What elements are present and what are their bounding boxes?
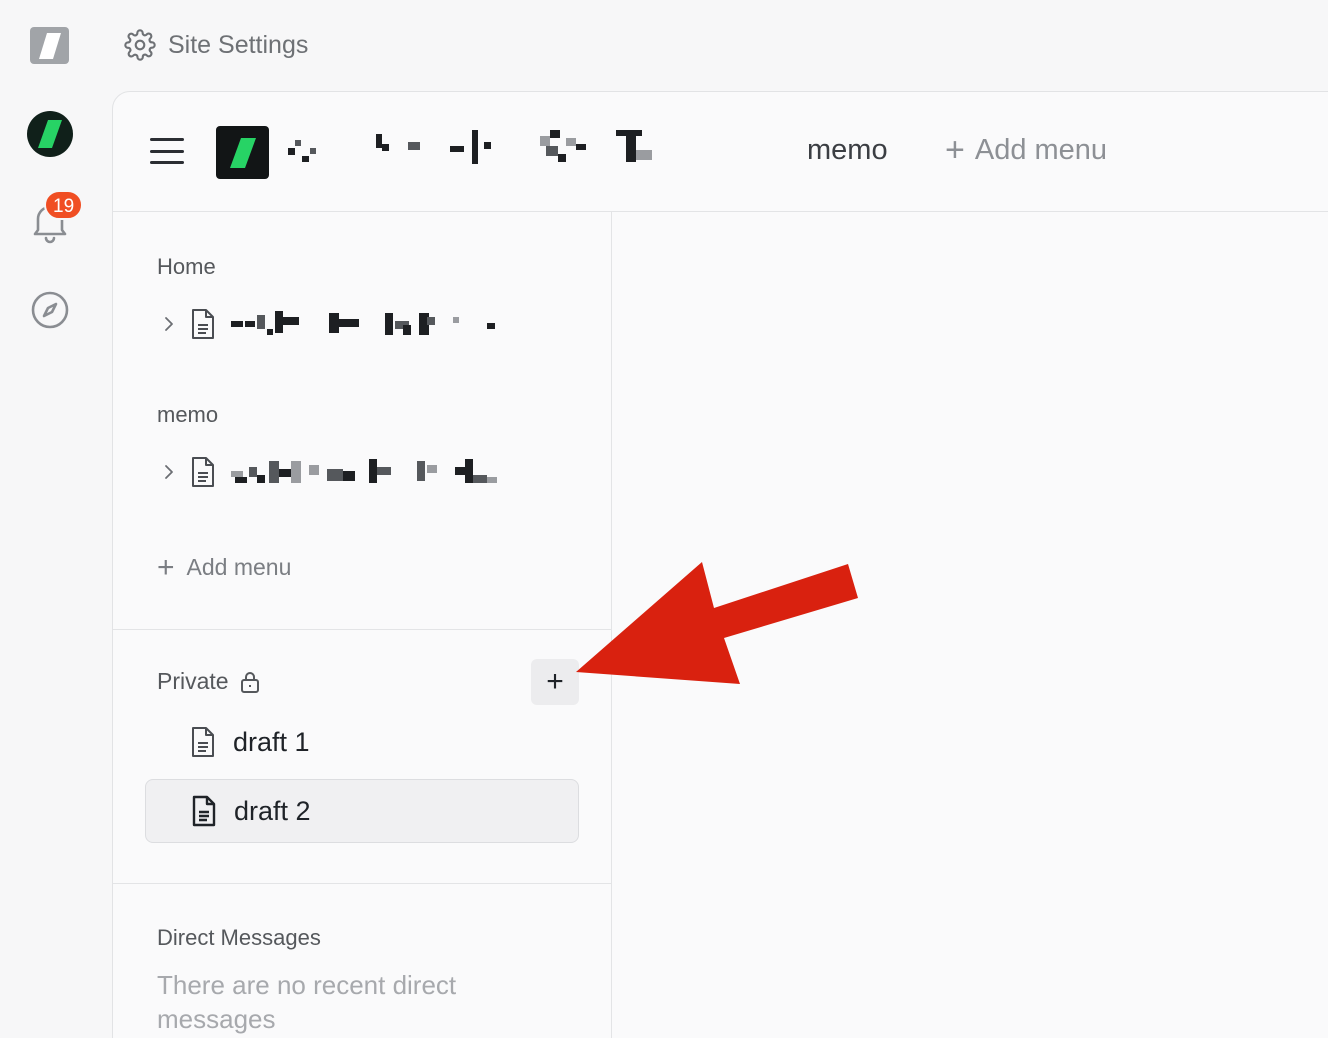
- private-page-item-active[interactable]: draft 2: [145, 779, 579, 843]
- document-icon: [192, 309, 214, 339]
- sidebar-add-menu-button[interactable]: + Add menu: [157, 550, 292, 584]
- header-bar: memo + Add menu: [113, 92, 1328, 212]
- redacted-page-title: [231, 457, 561, 487]
- chevron-right-icon[interactable]: [161, 464, 177, 480]
- header-add-menu-label: Add menu: [974, 134, 1108, 166]
- home-section-title: Home: [157, 254, 216, 279]
- add-private-page-button[interactable]: +: [531, 659, 579, 705]
- section-divider: [113, 629, 612, 630]
- document-icon: [192, 457, 214, 487]
- chevron-right-icon[interactable]: [161, 316, 177, 332]
- memo-page-item[interactable]: [161, 452, 561, 492]
- plus-icon: +: [157, 550, 175, 584]
- plus-icon: +: [945, 131, 965, 169]
- notification-badge: 19: [44, 190, 84, 220]
- section-divider: [113, 883, 612, 884]
- app-window: 19 Site Settings memo + Add menu Home me…: [0, 0, 1328, 1038]
- gear-icon: [124, 29, 156, 61]
- memo-section-title: memo: [157, 402, 219, 427]
- sidebar-add-menu-label: Add menu: [186, 554, 292, 580]
- compass-icon[interactable]: [30, 290, 70, 330]
- plus-icon: +: [546, 665, 564, 698]
- redacted-page-title: [231, 309, 561, 339]
- main-panel: memo + Add menu Home memo + Add menu Pri…: [112, 91, 1328, 1038]
- private-section-title: Private: [157, 668, 261, 695]
- private-page-item[interactable]: draft 1: [145, 710, 579, 774]
- site-settings-link[interactable]: Site Settings: [124, 28, 308, 62]
- app-logo-icon[interactable]: [30, 27, 69, 64]
- nav-item-memo[interactable]: memo: [807, 134, 888, 167]
- private-section-label: Private: [157, 668, 229, 694]
- home-page-item[interactable]: [161, 304, 561, 344]
- direct-messages-title: Direct Messages: [157, 925, 321, 950]
- direct-messages-empty-text: There are no recent direct messages: [157, 970, 457, 1034]
- private-page-label: draft 2: [234, 795, 311, 826]
- lock-icon: [240, 671, 259, 693]
- document-icon: [192, 795, 216, 827]
- menu-icon[interactable]: [150, 138, 184, 164]
- brand-logo-icon[interactable]: [216, 126, 269, 179]
- document-icon: [192, 727, 214, 757]
- sidebar: Home memo + Add menu Private + draft 1 d…: [113, 212, 612, 1038]
- header-add-menu-button[interactable]: + Add menu: [945, 131, 1108, 169]
- workspace-avatar[interactable]: [27, 111, 73, 157]
- site-settings-label: Site Settings: [168, 30, 309, 59]
- redacted-site-name: [288, 130, 658, 174]
- private-page-label: draft 1: [233, 726, 310, 757]
